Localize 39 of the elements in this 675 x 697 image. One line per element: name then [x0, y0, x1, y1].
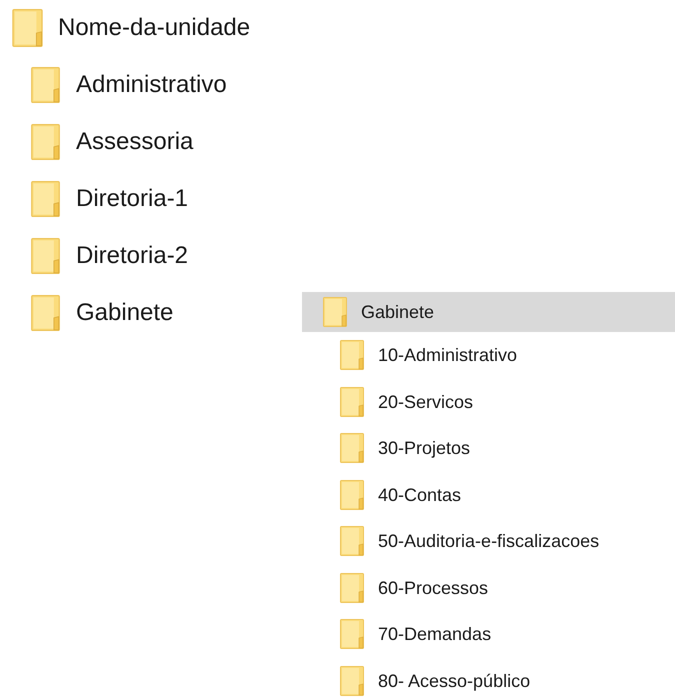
folder-row[interactable]: 50-Auditoria-e-fiscalizacoes [302, 518, 675, 564]
folder-name: 10-Administrativo [378, 346, 518, 364]
folder-icon [340, 619, 364, 650]
folder-name[interactable]: Assessoria [76, 130, 194, 154]
folder-icon [30, 294, 61, 330]
folder-icon [340, 340, 364, 370]
folder-name: Gabinete [361, 303, 434, 321]
folder-icon [30, 238, 61, 274]
folder-row[interactable]: 30-Projetos [302, 425, 675, 472]
folder-icon [30, 180, 61, 216]
folder-icon [340, 526, 364, 556]
folder-name: 70-Demandas [378, 625, 492, 644]
folder-row[interactable]: 40-Contas [302, 472, 675, 518]
folder-name[interactable]: Gabinete [76, 300, 174, 324]
folder-icon [340, 386, 364, 417]
folder-row[interactable]: 20-Servicos [302, 378, 675, 425]
folder-icon [10, 9, 45, 47]
folder-icon [340, 433, 364, 464]
folder-name: 30-Projetos [378, 439, 470, 458]
folder-name: 50-Auditoria-e-fiscalizacoes [378, 532, 600, 550]
folder-row[interactable]: Gabinete [302, 292, 675, 332]
folder-name[interactable]: Administrativo [76, 72, 227, 96]
folder-name[interactable]: Diretoria-2 [76, 244, 188, 268]
folder-icon [340, 572, 364, 603]
folder-name[interactable]: Nome-da-unidade [58, 16, 250, 40]
folder-name[interactable]: Diretoria-1 [76, 186, 188, 210]
folder-row[interactable]: 70-Demandas [302, 611, 675, 658]
folder-row[interactable]: 80- Acesso-público [302, 658, 675, 697]
folder-name: 60-Processos [378, 578, 488, 597]
folder-row[interactable]: 60-Processos [302, 564, 675, 611]
folder-name: 20-Servicos [378, 392, 474, 411]
folder-icon [340, 480, 364, 510]
folder-icon [323, 297, 347, 327]
folder-icon [340, 666, 364, 696]
folder-icon [30, 124, 61, 160]
folder-row[interactable]: 10-Administrativo [302, 332, 675, 378]
folder-icon [30, 66, 61, 102]
folder-name: 40-Contas [378, 486, 462, 504]
folder-name: 80- Acesso-público [378, 672, 530, 690]
